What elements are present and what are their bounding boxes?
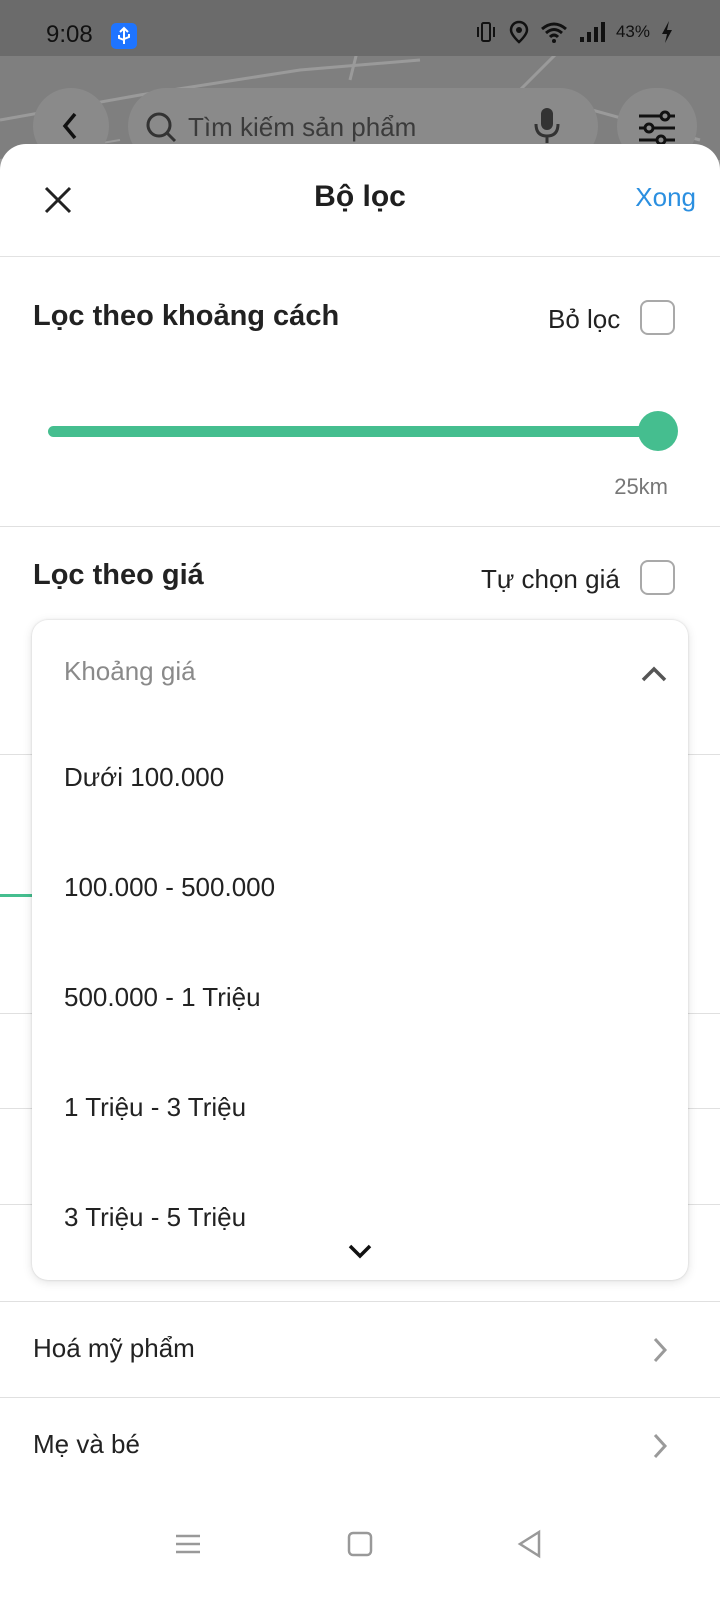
chevron-down-icon[interactable] xyxy=(340,1240,380,1264)
wifi-icon xyxy=(541,22,567,43)
search-input[interactable]: Tìm kiếm sản phẩm xyxy=(188,112,416,143)
clear-filter-label[interactable]: Bỏ lọc xyxy=(548,304,620,335)
sheet-header: Bộ lọc Xong xyxy=(0,144,720,257)
hidden-slider-stub xyxy=(0,894,34,897)
price-range-dropdown[interactable]: Khoảng giá Dưới 100.000 100.000 - 500.00… xyxy=(32,620,688,1280)
category-row-mother-baby[interactable]: Mẹ và bé xyxy=(0,1397,720,1493)
chevron-right-icon xyxy=(653,1337,668,1363)
price-section-title: Lọc theo giá xyxy=(33,559,204,591)
distance-slider-thumb[interactable] xyxy=(638,411,678,451)
price-option-label: 500.000 - 1 Triệu xyxy=(64,982,261,1012)
price-option[interactable]: Dưới 100.000 xyxy=(32,724,688,834)
menu-icon[interactable] xyxy=(172,1528,204,1560)
distance-section-title: Lọc theo khoảng cách xyxy=(33,300,340,332)
mic-icon[interactable] xyxy=(532,106,562,146)
chevron-up-icon[interactable] xyxy=(640,664,668,684)
status-time: 9:08 xyxy=(46,21,93,48)
chevron-right-icon xyxy=(653,1433,668,1459)
price-option-label: Dưới 100.000 xyxy=(64,762,225,792)
usb-icon xyxy=(111,23,137,49)
clear-filter-checkbox[interactable] xyxy=(640,300,675,335)
price-option-label: 1 Triệu - 3 Triệu xyxy=(64,1092,247,1122)
category-row-cosmetics[interactable]: Hoá mỹ phẩm xyxy=(0,1301,720,1397)
dropdown-header[interactable]: Khoảng giá xyxy=(32,620,688,724)
vibrate-icon xyxy=(476,22,495,42)
search-icon xyxy=(146,112,177,143)
location-icon xyxy=(509,20,529,44)
custom-price-checkbox[interactable] xyxy=(640,560,675,595)
signal-icon xyxy=(579,22,605,42)
distance-slider-track[interactable] xyxy=(48,426,658,437)
price-option[interactable]: 500.000 - 1 Triệu xyxy=(32,944,688,1054)
status-icons: 43% xyxy=(474,20,674,44)
price-option[interactable]: 1 Triệu - 3 Triệu xyxy=(32,1054,688,1164)
battery-level: 43% xyxy=(615,22,650,41)
price-option-label: 3 Triệu - 5 Triệu xyxy=(64,1202,247,1232)
filter-sheet: Bộ lọc Xong Lọc theo khoảng cách Bỏ lọc … xyxy=(0,144,720,1600)
sheet-title: Bộ lọc xyxy=(314,180,406,213)
home-icon[interactable] xyxy=(344,1528,376,1560)
charging-icon xyxy=(662,21,672,43)
distance-value: 25km xyxy=(614,474,668,499)
divider xyxy=(0,526,720,527)
dropdown-placeholder: Khoảng giá xyxy=(64,656,196,686)
done-button[interactable]: Xong xyxy=(635,182,696,213)
back-triangle-icon[interactable] xyxy=(514,1528,546,1560)
status-bar: 9:08 43% xyxy=(0,0,720,56)
custom-price-label[interactable]: Tự chọn giá xyxy=(481,564,620,595)
category-label: Mẹ và bé xyxy=(33,1429,140,1459)
category-label: Hoá mỹ phẩm xyxy=(33,1333,195,1363)
price-option[interactable]: 100.000 - 500.000 xyxy=(32,834,688,944)
screen: 9:08 43% Tìm kiếm sản phẩm Bộ lọc Xong L… xyxy=(0,0,720,1600)
system-nav-bar xyxy=(0,1510,720,1600)
price-option-label: 100.000 - 500.000 xyxy=(64,872,276,902)
